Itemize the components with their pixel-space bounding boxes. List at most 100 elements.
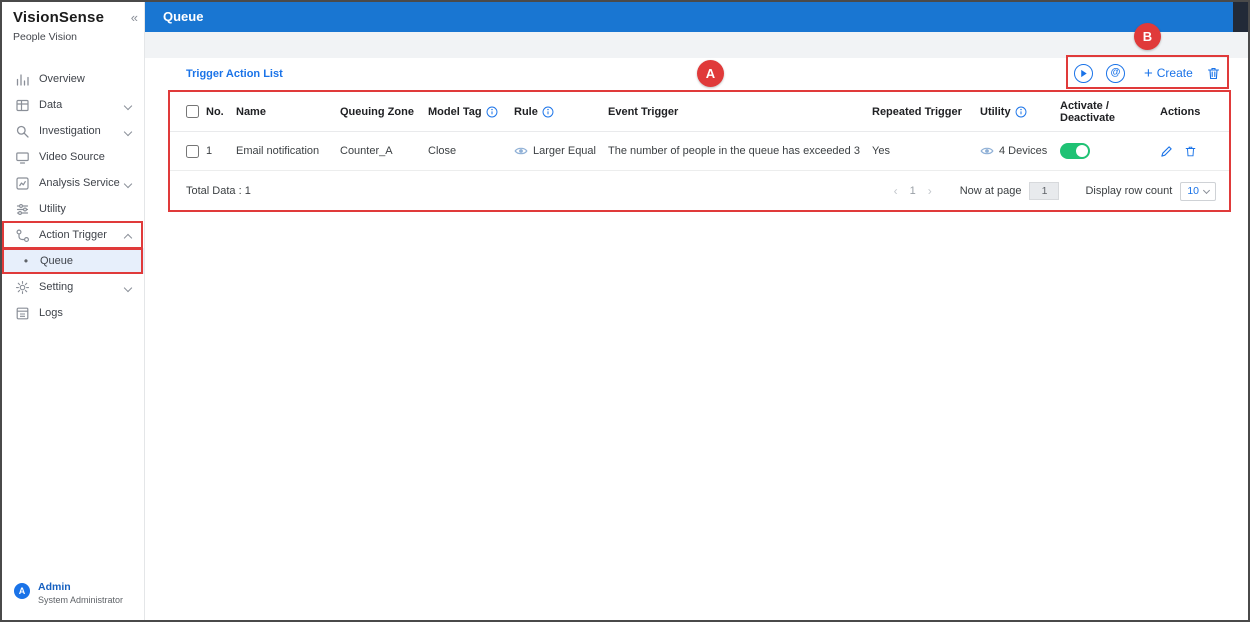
column-header-utility: Utility <box>980 106 1060 118</box>
cell-actions <box>1160 145 1230 158</box>
sidebar-item-data[interactable]: Data <box>2 92 144 118</box>
trash-icon <box>1207 67 1219 79</box>
cell-model-tag: Close <box>428 145 457 157</box>
panel-toolbar: @ + Create <box>1074 62 1221 84</box>
eye-icon[interactable] <box>980 144 994 158</box>
table-row: 1 Email notification Counter_A Close Lar… <box>170 132 1230 171</box>
table-header-row: No. Name Queuing Zone Model Tag Rule Eve… <box>170 92 1230 132</box>
now-at-page-label: Now at page <box>959 185 1022 197</box>
trash-icon <box>1185 146 1196 156</box>
at-icon: @ <box>1110 67 1121 78</box>
sidebar-item-logs[interactable]: Logs <box>2 300 144 326</box>
column-header-model-tag: Model Tag <box>428 106 514 118</box>
column-header-label: Rule <box>514 105 538 118</box>
column-header-name: Name <box>236 105 266 118</box>
action-trigger-icon <box>14 227 30 243</box>
sidebar-item-video-source[interactable]: Video Source <box>2 144 144 170</box>
cell-event-trigger: The number of people in the queue has ex… <box>608 145 860 157</box>
table-footer: Total Data : 1 ‹ 1 › Now at page Display… <box>170 171 1230 211</box>
panel-title: Trigger Action List <box>186 68 283 80</box>
pagination-page-1[interactable]: 1 <box>904 185 922 197</box>
at-button[interactable]: @ <box>1106 63 1125 83</box>
pencil-icon <box>1161 145 1172 157</box>
cell-name: Email notification <box>236 145 320 157</box>
run-button[interactable] <box>1074 63 1093 83</box>
sidebar-item-label: Queue <box>40 255 74 267</box>
page-header: Queue <box>145 2 1248 32</box>
overview-icon <box>14 71 30 87</box>
pagination-prev[interactable]: ‹ <box>888 184 904 198</box>
chevron-down-icon <box>123 283 133 293</box>
column-header-rule: Rule <box>514 106 608 118</box>
app-window: VisionSense « People Vision Overview Dat… <box>0 0 1250 622</box>
column-header-actions: Actions <box>1160 105 1201 118</box>
chevron-down-icon <box>123 127 133 137</box>
total-data-label: Total Data : 1 <box>186 185 251 197</box>
data-icon <box>14 97 30 113</box>
page-title: Queue <box>163 9 204 24</box>
sidebar-item-investigation[interactable]: Investigation <box>2 118 144 144</box>
cell-repeated-trigger: Yes <box>872 145 890 157</box>
sidebar-item-label: Logs <box>39 307 63 319</box>
column-header-activate-deactivate: Activate / Deactivate <box>1060 99 1116 124</box>
sidebar-item-queue[interactable]: • Queue <box>2 248 144 274</box>
trigger-action-table: No. Name Queuing Zone Model Tag Rule Eve… <box>170 92 1230 211</box>
sidebar-collapse-icon[interactable]: « <box>131 10 138 25</box>
column-header-queuing-zone: Queuing Zone <box>340 105 414 118</box>
user-role: System Administrator <box>38 595 124 605</box>
sidebar: VisionSense « People Vision Overview Dat… <box>2 2 145 620</box>
avatar: A <box>14 583 30 599</box>
sidebar-item-utility[interactable]: Utility <box>2 196 144 222</box>
column-header-event-trigger: Event Trigger <box>608 105 679 118</box>
column-header-label: Model Tag <box>428 105 482 118</box>
create-button[interactable]: + Create <box>1144 66 1193 81</box>
sidebar-item-label: Data <box>39 99 63 111</box>
logs-icon <box>14 305 30 321</box>
cell-activate <box>1060 143 1160 159</box>
info-icon[interactable] <box>542 106 554 118</box>
select-all-checkbox[interactable] <box>186 105 199 118</box>
sidebar-item-label: Video Source <box>39 151 105 163</box>
chevron-down-icon <box>123 179 133 189</box>
sidebar-item-analysis-service[interactable]: Analysis Service <box>2 170 144 196</box>
cell-queuing-zone: Counter_A <box>340 145 393 157</box>
row-checkbox[interactable] <box>186 144 199 158</box>
cell-rule: Larger Equal <box>514 144 608 158</box>
pagination-next[interactable]: › <box>922 184 938 198</box>
cell-utility: 4 Devices <box>980 144 1060 158</box>
analysis-service-icon <box>14 175 30 191</box>
chevron-down-icon <box>1202 186 1211 194</box>
create-button-label: Create <box>1156 66 1193 80</box>
app-title: VisionSense <box>13 9 105 26</box>
sidebar-item-action-trigger[interactable]: Action Trigger <box>2 222 144 248</box>
sidebar-item-setting[interactable]: Setting <box>2 274 144 300</box>
activate-toggle[interactable] <box>1060 143 1090 159</box>
plus-icon: + <box>1144 64 1153 82</box>
rule-value: Larger Equal <box>533 145 596 157</box>
chevron-down-icon <box>123 101 133 111</box>
info-icon[interactable] <box>1015 106 1027 118</box>
sidebar-item-label: Investigation <box>39 125 101 137</box>
sidebar-item-label: Setting <box>39 281 74 293</box>
info-icon[interactable] <box>486 106 498 118</box>
content-background-strip <box>145 32 1248 58</box>
page-number-input[interactable] <box>1029 182 1060 200</box>
row-count-select[interactable]: 10 <box>1180 181 1216 201</box>
bullet-icon: • <box>23 254 29 268</box>
display-row-count-label: Display row count <box>1085 185 1173 197</box>
column-header-no: No. <box>206 105 224 118</box>
scrollbar-track[interactable] <box>1233 2 1248 32</box>
row-count-value: 10 <box>1187 185 1199 197</box>
sidebar-item-label: Utility <box>39 203 66 215</box>
sidebar-item-overview[interactable]: Overview <box>2 66 144 92</box>
sidebar-item-label: Overview <box>39 73 85 85</box>
video-source-icon <box>14 149 30 165</box>
eye-icon[interactable] <box>514 144 528 158</box>
play-icon <box>1081 69 1087 77</box>
row-delete-button[interactable] <box>1184 145 1197 158</box>
sidebar-user[interactable]: A Admin System Administrator <box>2 580 144 612</box>
delete-button[interactable] <box>1206 66 1221 81</box>
edit-button[interactable] <box>1160 145 1173 158</box>
cell-no: 1 <box>206 145 213 157</box>
column-header-label: Utility <box>980 105 1011 118</box>
